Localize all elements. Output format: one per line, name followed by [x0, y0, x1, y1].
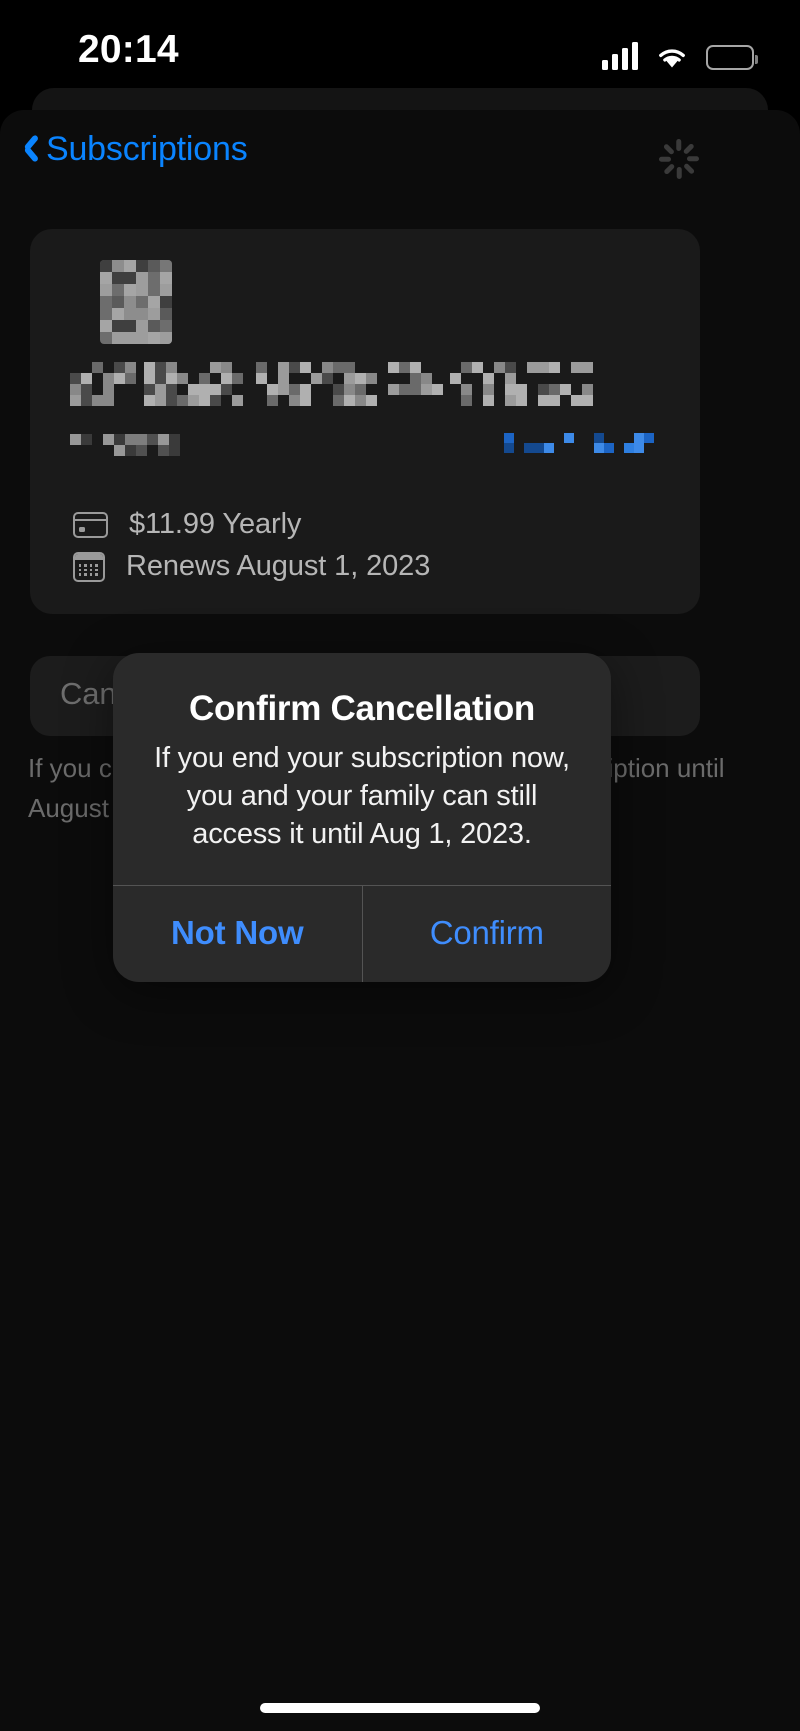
back-button[interactable]: Subscriptions — [14, 128, 248, 170]
credit-card-icon — [73, 511, 108, 538]
calendar-icon — [73, 551, 105, 582]
alert-title: Confirm Cancellation — [189, 689, 535, 728]
renewal-label: Renews August 1, 2023 — [126, 550, 431, 582]
activity-spinner-icon — [656, 136, 702, 182]
alert-message: If you end your subscription now, you an… — [154, 742, 570, 850]
redacted-plan-name — [70, 434, 180, 456]
status-bar-clock: 20:14 — [78, 28, 179, 71]
status-bar: 20:14 — [0, 0, 800, 96]
back-button-label: Subscriptions — [46, 129, 248, 168]
alert-actions: Not Now Confirm — [113, 885, 611, 982]
redacted-app-name — [70, 362, 593, 406]
home-indicator[interactable] — [260, 1703, 540, 1713]
battery-icon — [706, 45, 758, 70]
confirm-button[interactable]: Confirm — [361, 886, 612, 982]
not-now-button[interactable]: Not Now — [113, 886, 362, 982]
price-label: $11.99 Yearly — [129, 508, 302, 540]
renewal-row: Renews August 1, 2023 — [73, 550, 430, 583]
wifi-icon — [655, 44, 689, 70]
chevron-left-icon — [14, 128, 40, 170]
cellular-signal-icon — [602, 42, 638, 70]
price-row: $11.99 Yearly — [73, 508, 301, 541]
alert-content: Confirm Cancellation If you end your sub… — [113, 653, 611, 885]
redacted-plan-action-link[interactable] — [504, 433, 674, 453]
redacted-app-icon — [100, 260, 172, 344]
confirm-cancellation-alert: Confirm Cancellation If you end your sub… — [113, 653, 611, 982]
status-bar-indicators — [602, 36, 758, 70]
iphone-screen: 20:14 Subscriptions $11.99 Yearly Renews… — [0, 0, 800, 1731]
subscription-card: $11.99 Yearly Renews August 1, 2023 — [30, 229, 700, 614]
